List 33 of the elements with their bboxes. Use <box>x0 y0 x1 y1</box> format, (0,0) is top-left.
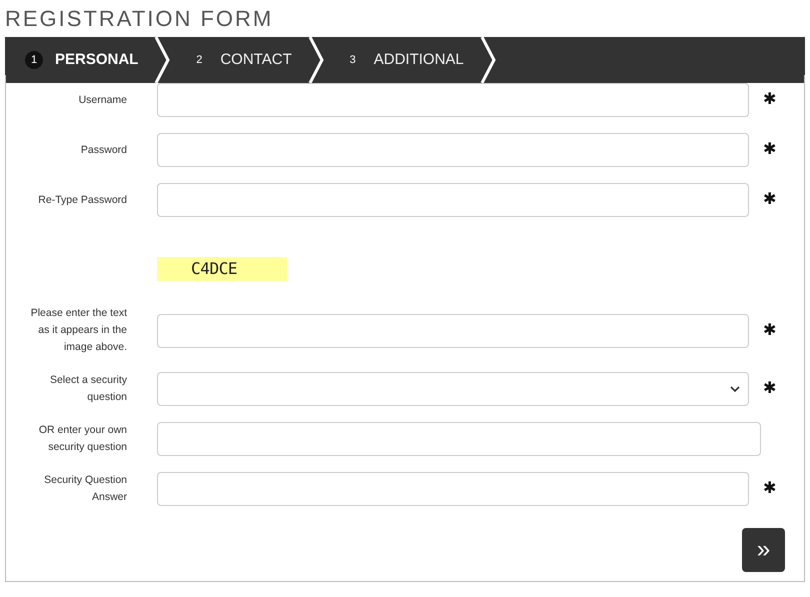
field-label: Please enter the text as it appears in the image above. <box>30 306 127 355</box>
step-number: 3 <box>348 52 357 68</box>
input-field[interactable] <box>157 83 749 117</box>
step-number: 2 <box>195 52 204 68</box>
chevron-icon <box>480 37 496 83</box>
field-label: OR enter your own security question <box>38 423 127 455</box>
input-field[interactable] <box>157 472 749 506</box>
field-label: Re-Type Password <box>38 192 127 208</box>
field-label: Username <box>78 92 127 108</box>
step-tab[interactable]: 1 PERSONAL <box>5 37 154 83</box>
required-asterisk: ✱ <box>763 90 776 110</box>
next-button[interactable]: » <box>742 528 785 572</box>
input-field[interactable] <box>157 422 761 456</box>
required-asterisk: ✱ <box>763 320 776 340</box>
captcha-image: C4DCE <box>157 257 287 281</box>
step-tab[interactable]: 3 ADDITIONAL <box>324 37 480 83</box>
field-label: Select a security question <box>48 373 127 405</box>
form-title: REGISTRATION FORM <box>5 5 274 33</box>
required-asterisk: ✱ <box>763 379 776 399</box>
input-field[interactable] <box>157 183 749 217</box>
field-label: Security Question Answer <box>43 473 127 505</box>
step-tab[interactable]: 2 CONTACT <box>170 37 308 83</box>
input-field[interactable] <box>157 314 749 348</box>
security-question-select[interactable] <box>157 372 749 406</box>
input-field[interactable] <box>157 133 749 167</box>
required-asterisk: ✱ <box>763 479 776 499</box>
field-label: Password <box>80 142 127 158</box>
required-asterisk: ✱ <box>763 140 776 160</box>
caret-icon <box>730 386 740 392</box>
chevron-icon <box>154 37 170 83</box>
step-number: 1 <box>25 51 43 69</box>
chevron-icon <box>308 37 324 83</box>
required-asterisk: ✱ <box>763 190 776 210</box>
